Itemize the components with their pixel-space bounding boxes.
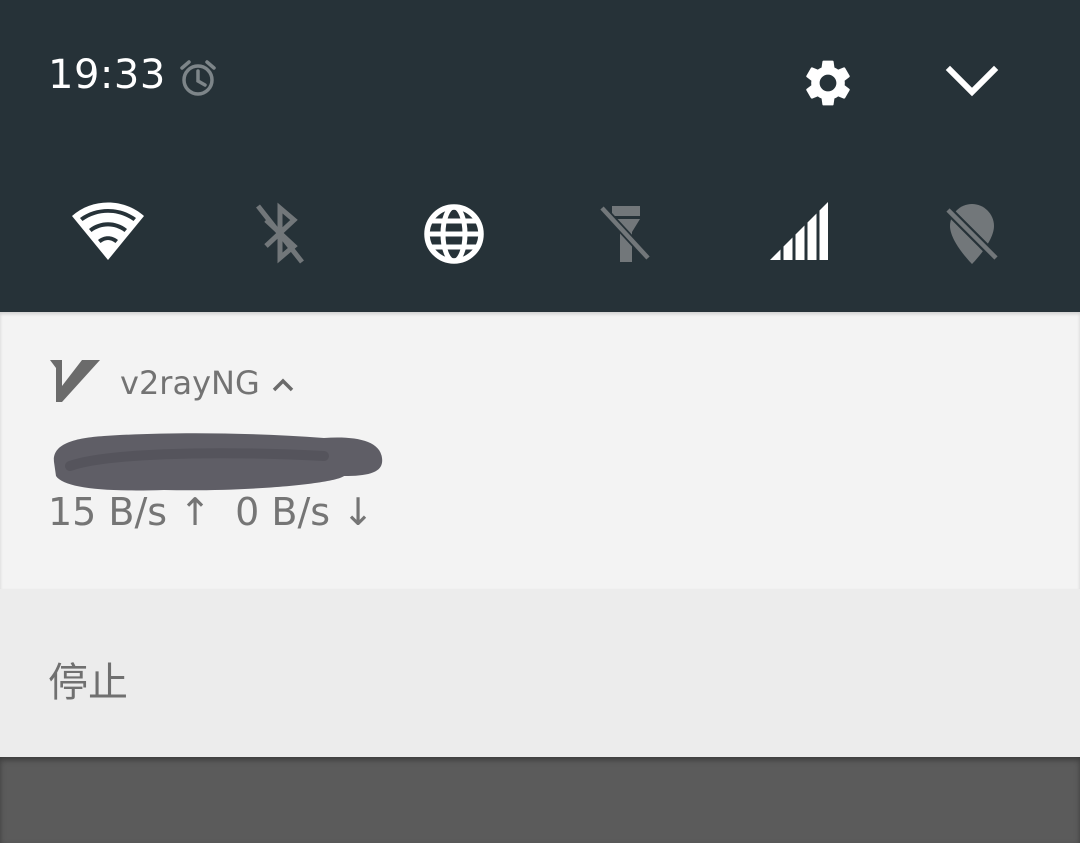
quick-settings-panel: [0, 0, 1080, 312]
background-scrim: [0, 757, 1080, 843]
stop-button[interactable]: 停止: [48, 650, 128, 708]
v2rayng-logo: [50, 360, 100, 402]
bluetooth-off-icon[interactable]: [242, 196, 318, 272]
alarm-clock-icon: [180, 60, 216, 96]
globe-icon[interactable]: [416, 196, 492, 272]
flashlight-off-icon[interactable]: [588, 196, 664, 272]
clock-time: 19:33: [48, 52, 166, 98]
wifi-icon[interactable]: [70, 196, 146, 272]
chevron-up-icon[interactable]: [268, 370, 298, 398]
traffic-speed: 15 B/s ↑ 0 B/s ↓: [48, 490, 375, 534]
location-off-icon[interactable]: [934, 196, 1010, 272]
redacted-title: [53, 433, 383, 491]
cellular-signal-icon[interactable]: [762, 196, 838, 272]
notification-actions: [0, 589, 1080, 757]
app-name: v2rayNG: [120, 364, 260, 402]
gear-icon[interactable]: [800, 55, 856, 111]
chevron-down-icon[interactable]: [944, 56, 1000, 112]
